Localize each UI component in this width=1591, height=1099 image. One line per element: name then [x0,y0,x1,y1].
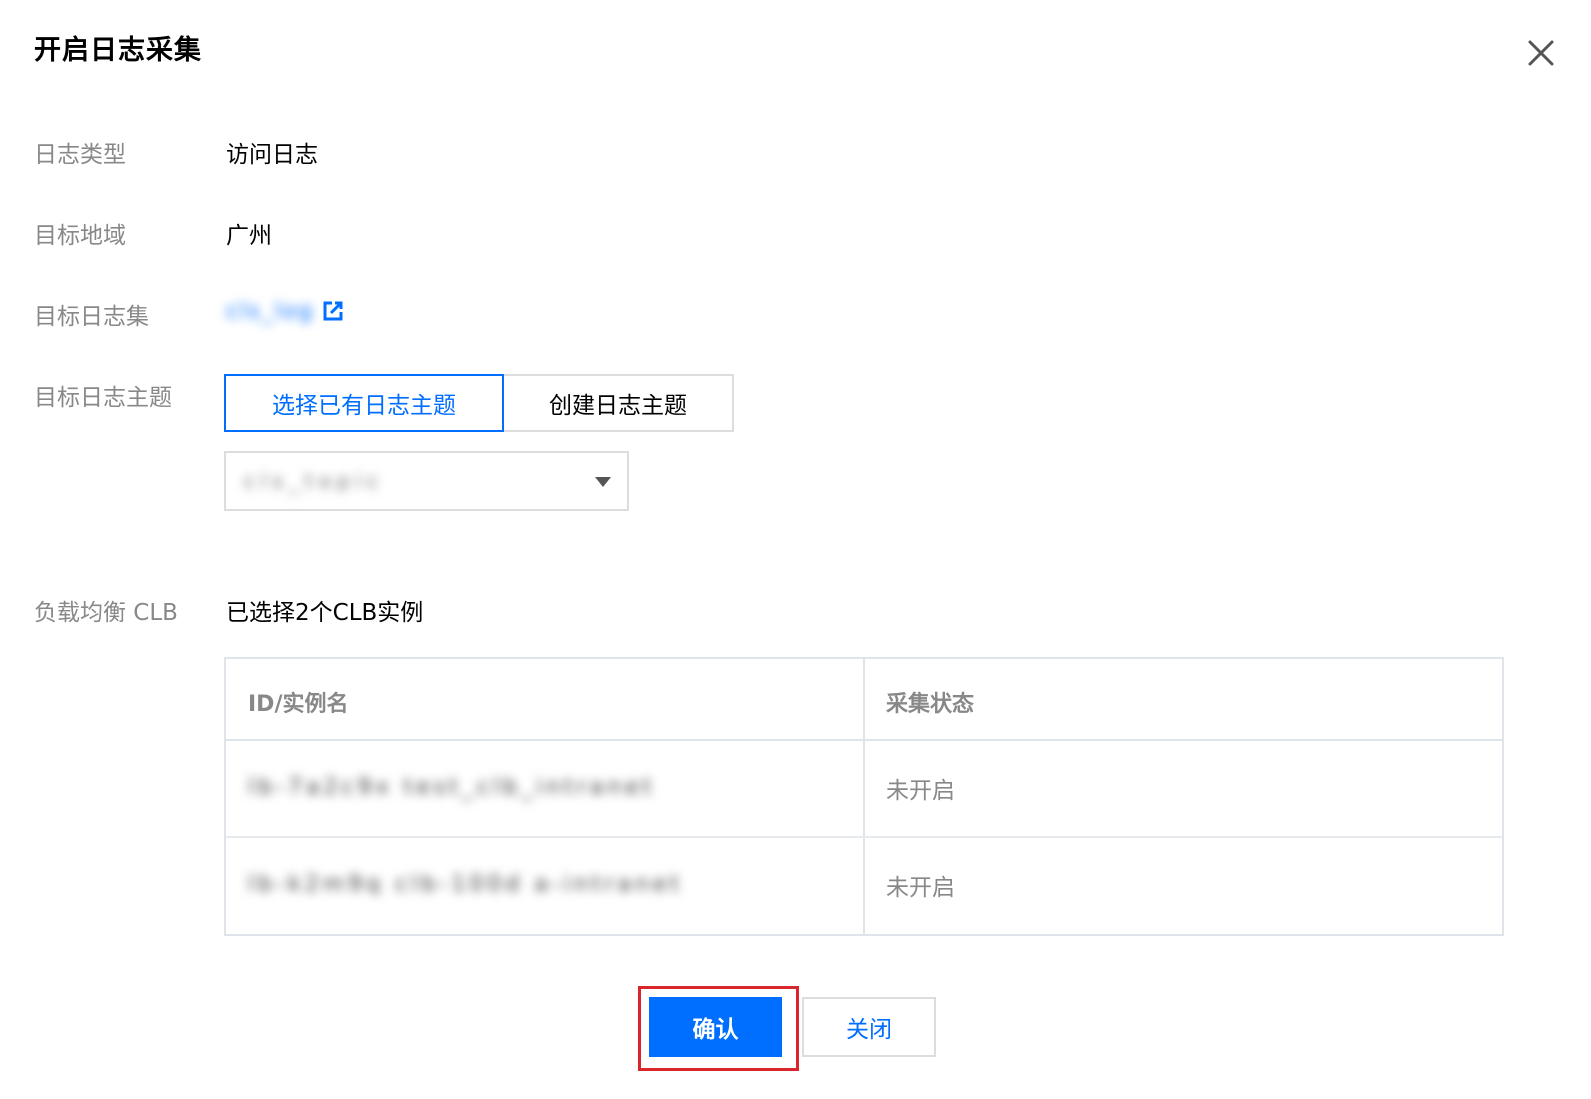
log-type-label: 日志类型 [34,142,126,168]
region-value: 广州 [226,223,272,249]
topic-mode-segmented: 选择已有日志主题 创建日志主题 [224,374,734,432]
external-link-icon [323,301,343,321]
table-row: lb-k2m9q clb-100d a-intranet 未开启 [226,838,1502,934]
topic-select-value: cls_topic [244,469,385,493]
collect-status: 未开启 [886,778,955,804]
collect-status: 未开启 [886,875,955,901]
dialog-title: 开启日志采集 [34,35,202,66]
table-row: lb-7a2c9x test_clb_intranet 未开启 [226,741,1502,838]
confirm-button[interactable]: 确认 [649,997,782,1057]
tab-select-existing-topic[interactable]: 选择已有日志主题 [224,374,504,432]
region-label: 目标地域 [34,223,126,249]
logset-label: 目标日志集 [34,304,149,330]
topic-label: 目标日志主题 [34,385,172,411]
log-type-value: 访问日志 [226,142,318,168]
logset-value: cls_log [226,298,315,324]
instance-id-name: lb-7a2c9x test_clb_intranet [248,775,656,800]
logset-link[interactable]: cls_log [226,296,344,326]
clb-table: ID/实例名 采集状态 lb-7a2c9x test_clb_intranet … [224,657,1504,936]
close-button[interactable] [1520,34,1560,74]
topic-select[interactable]: cls_topic [224,451,629,511]
close-dialog-button[interactable]: 关闭 [802,997,936,1057]
instance-id-name: lb-k2m9q clb-100d a-intranet [248,872,683,897]
clb-value: 已选择2个CLB实例 [226,600,424,626]
table-header-row: ID/实例名 采集状态 [226,659,1502,741]
caret-down-icon [595,477,611,487]
tab-create-topic[interactable]: 创建日志主题 [504,374,734,432]
close-icon [1528,40,1554,66]
clb-label: 负载均衡 CLB [34,600,178,626]
header-id-name: ID/实例名 [248,692,349,717]
header-collect-status: 采集状态 [886,692,975,717]
